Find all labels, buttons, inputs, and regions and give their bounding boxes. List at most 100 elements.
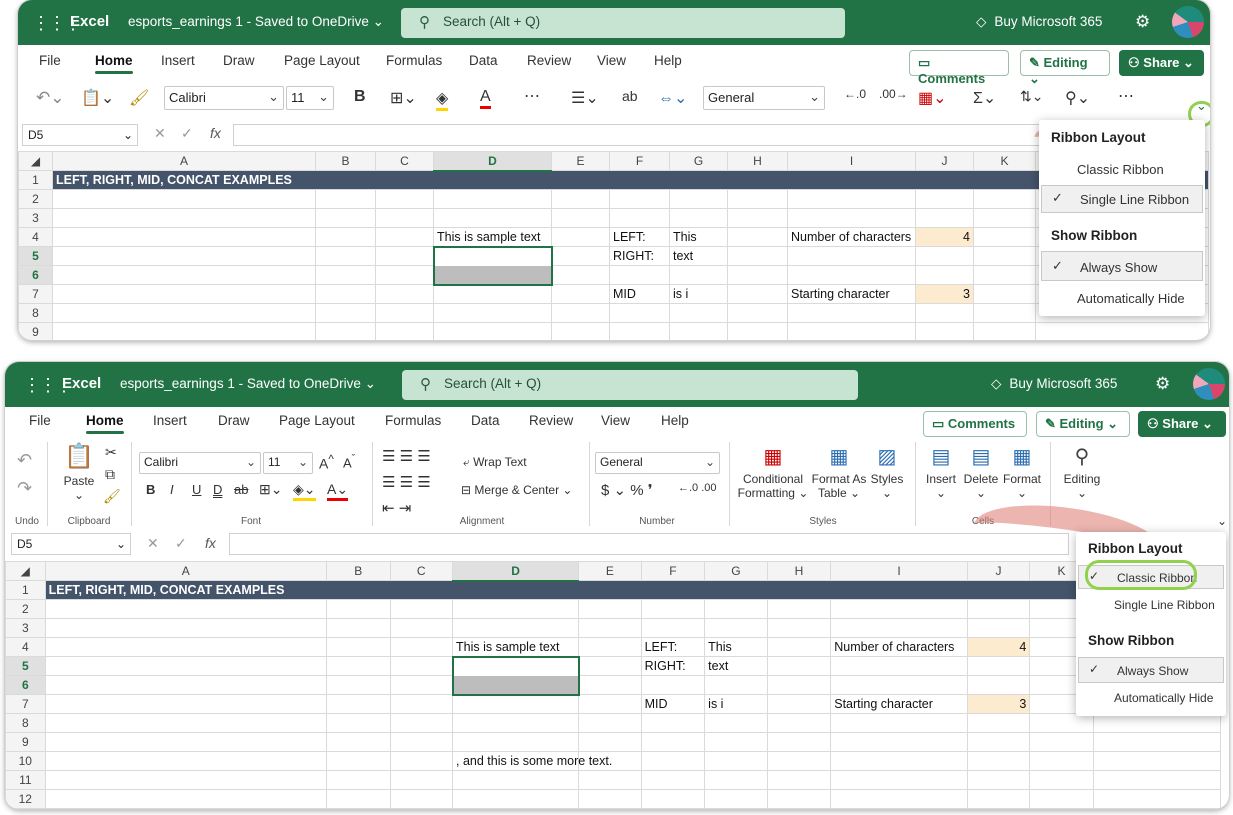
- row-header[interactable]: 9: [5, 732, 46, 752]
- tab-review[interactable]: Review: [529, 413, 573, 428]
- row-header[interactable]: 6: [5, 675, 46, 695]
- grow-font-icon[interactable]: A^: [319, 453, 334, 472]
- tab-file[interactable]: File: [39, 53, 61, 68]
- menu-item-classic-ribbon[interactable]: Classic Ribbon: [1039, 156, 1205, 182]
- wrap-text-button[interactable]: ⤶ Wrap Text: [463, 455, 527, 470]
- tab-page-layout[interactable]: Page Layout: [279, 413, 355, 428]
- bold-icon[interactable]: B: [354, 88, 366, 106]
- cell-g4[interactable]: This: [704, 637, 768, 657]
- wrap-text-icon[interactable]: ab: [622, 88, 638, 104]
- buy-microsoft-365-link[interactable]: ◇ Buy Microsoft 365: [976, 14, 1102, 30]
- font-color-icon[interactable]: A⌄: [327, 481, 349, 501]
- cell-f5[interactable]: RIGHT:: [609, 246, 670, 266]
- cell-d4[interactable]: This is sample text: [433, 227, 552, 247]
- row-header[interactable]: 2: [5, 599, 46, 619]
- row-header[interactable]: 9: [18, 322, 53, 340]
- cell-j4[interactable]: 4: [915, 227, 974, 247]
- cell-i7[interactable]: Starting character: [787, 284, 916, 304]
- strikethrough-icon[interactable]: ab: [234, 482, 248, 497]
- comments-button[interactable]: ▭ Comments: [923, 411, 1027, 437]
- decrease-decimal-icon[interactable]: .00→: [879, 87, 908, 101]
- cell-styles-icon[interactable]: ▦⌄: [918, 88, 947, 108]
- column-header[interactable]: I: [787, 151, 916, 171]
- cell-g4[interactable]: This: [669, 227, 728, 247]
- document-name[interactable]: esports_earnings 1 - Saved to OneDrive ⌄: [120, 376, 376, 392]
- fill-color-icon[interactable]: ◈⌄: [293, 481, 316, 501]
- column-header[interactable]: K: [973, 151, 1036, 171]
- column-header[interactable]: E: [551, 151, 610, 171]
- font-size-select[interactable]: 11 ⌄: [263, 452, 313, 474]
- number-format-select[interactable]: General ⌄: [595, 452, 720, 474]
- editing-mode-button[interactable]: ✎ Editing ⌄: [1020, 50, 1110, 86]
- column-header[interactable]: F: [609, 151, 670, 171]
- row-header[interactable]: 10: [5, 751, 46, 771]
- row-header[interactable]: 8: [5, 713, 46, 733]
- font-name-select[interactable]: Calibri ⌄: [164, 86, 284, 110]
- format-painter-icon[interactable]: 🖌: [103, 488, 121, 505]
- cancel-icon[interactable]: ✕: [154, 125, 166, 142]
- row-header[interactable]: 4: [18, 227, 53, 247]
- settings-gear-icon[interactable]: ⚙: [1135, 12, 1150, 32]
- row-header[interactable]: 11: [5, 770, 46, 790]
- insert-cells-button[interactable]: ▤ Insert ⌄: [921, 444, 961, 500]
- row-header[interactable]: 1: [5, 580, 46, 600]
- underline-icon[interactable]: U: [192, 482, 201, 497]
- tab-draw[interactable]: Draw: [218, 413, 250, 428]
- tab-insert[interactable]: Insert: [153, 413, 187, 428]
- avatar[interactable]: [1193, 368, 1225, 400]
- undo-icon[interactable]: ↶⌄: [36, 88, 65, 108]
- alignment-icons[interactable]: ☰ ☰ ☰ ☰ ☰ ☰ ⇤ ⇥: [382, 444, 431, 522]
- shrink-font-icon[interactable]: Aˇ: [343, 453, 355, 470]
- search-box[interactable]: ⚲ Search (Alt + Q): [402, 370, 858, 400]
- more-options-icon[interactable]: ⋯: [524, 86, 540, 106]
- cell-f7[interactable]: MID: [609, 284, 670, 304]
- menu-item-always-show[interactable]: ✓ Always Show: [1041, 251, 1203, 281]
- row-header[interactable]: 6: [18, 265, 53, 285]
- column-header[interactable]: A: [52, 151, 316, 171]
- fill-color-icon[interactable]: ◈: [436, 88, 449, 111]
- row-header[interactable]: 7: [18, 284, 53, 304]
- enter-icon[interactable]: ✓: [175, 535, 187, 552]
- conditional-formatting-button[interactable]: ▦ Conditional Formatting ⌄: [737, 444, 809, 500]
- cut-icon[interactable]: ✂: [105, 444, 117, 461]
- cell-f4[interactable]: LEFT:: [640, 637, 706, 657]
- autosum-icon[interactable]: Σ⌄: [973, 88, 996, 108]
- align-icon[interactable]: ☰⌄: [571, 88, 599, 108]
- increase-decimal-icon[interactable]: ←.0: [844, 87, 866, 101]
- column-header[interactable]: J: [966, 561, 1031, 581]
- row-header[interactable]: 3: [18, 208, 53, 228]
- cell-f5[interactable]: RIGHT:: [640, 656, 706, 676]
- column-header[interactable]: E: [578, 561, 642, 581]
- row-header[interactable]: 12: [5, 789, 46, 809]
- number-format-select[interactable]: General ⌄: [703, 86, 825, 110]
- column-header[interactable]: D: [433, 151, 552, 172]
- ribbon-more-icon[interactable]: ⋯: [1118, 86, 1134, 106]
- cell-d4[interactable]: This is sample text: [452, 637, 580, 657]
- format-painter-icon[interactable]: 🖌: [129, 88, 149, 108]
- font-name-select[interactable]: Calibri ⌄: [139, 452, 261, 474]
- select-all-corner[interactable]: ◢: [18, 151, 53, 171]
- delete-cells-button[interactable]: ▤ Delete ⌄: [961, 444, 1001, 500]
- editing-group-button[interactable]: ⚲ Editing ⌄: [1057, 444, 1107, 500]
- merge-center-button[interactable]: ⊟ Merge & Center ⌄: [461, 483, 572, 497]
- buy-microsoft-365-link[interactable]: ◇ Buy Microsoft 365: [991, 376, 1117, 392]
- borders-icon[interactable]: ⊞⌄: [390, 88, 417, 108]
- share-button[interactable]: ⚇ Share ⌄: [1119, 50, 1204, 76]
- column-header[interactable]: B: [325, 561, 391, 581]
- decimal-icons[interactable]: ←.0 .00: [678, 482, 717, 494]
- row-header[interactable]: 4: [5, 637, 46, 657]
- row-header[interactable]: 7: [5, 694, 46, 714]
- row-header[interactable]: 5: [5, 656, 46, 676]
- copy-icon[interactable]: ⧉: [105, 466, 115, 483]
- menu-item-automatically-hide[interactable]: Automatically Hide: [1039, 286, 1205, 312]
- tab-insert[interactable]: Insert: [161, 53, 195, 68]
- cell-g5[interactable]: text: [704, 656, 768, 676]
- cell-g5[interactable]: text: [669, 246, 728, 266]
- enter-icon[interactable]: ✓: [181, 125, 193, 142]
- undo-icon[interactable]: ↶: [17, 450, 32, 471]
- column-header[interactable]: B: [315, 151, 376, 171]
- cancel-icon[interactable]: ✕: [147, 535, 159, 552]
- tab-home[interactable]: Home: [95, 53, 133, 74]
- format-cells-button[interactable]: ▦ Format ⌄: [1001, 444, 1043, 500]
- app-name[interactable]: Excel: [70, 13, 109, 30]
